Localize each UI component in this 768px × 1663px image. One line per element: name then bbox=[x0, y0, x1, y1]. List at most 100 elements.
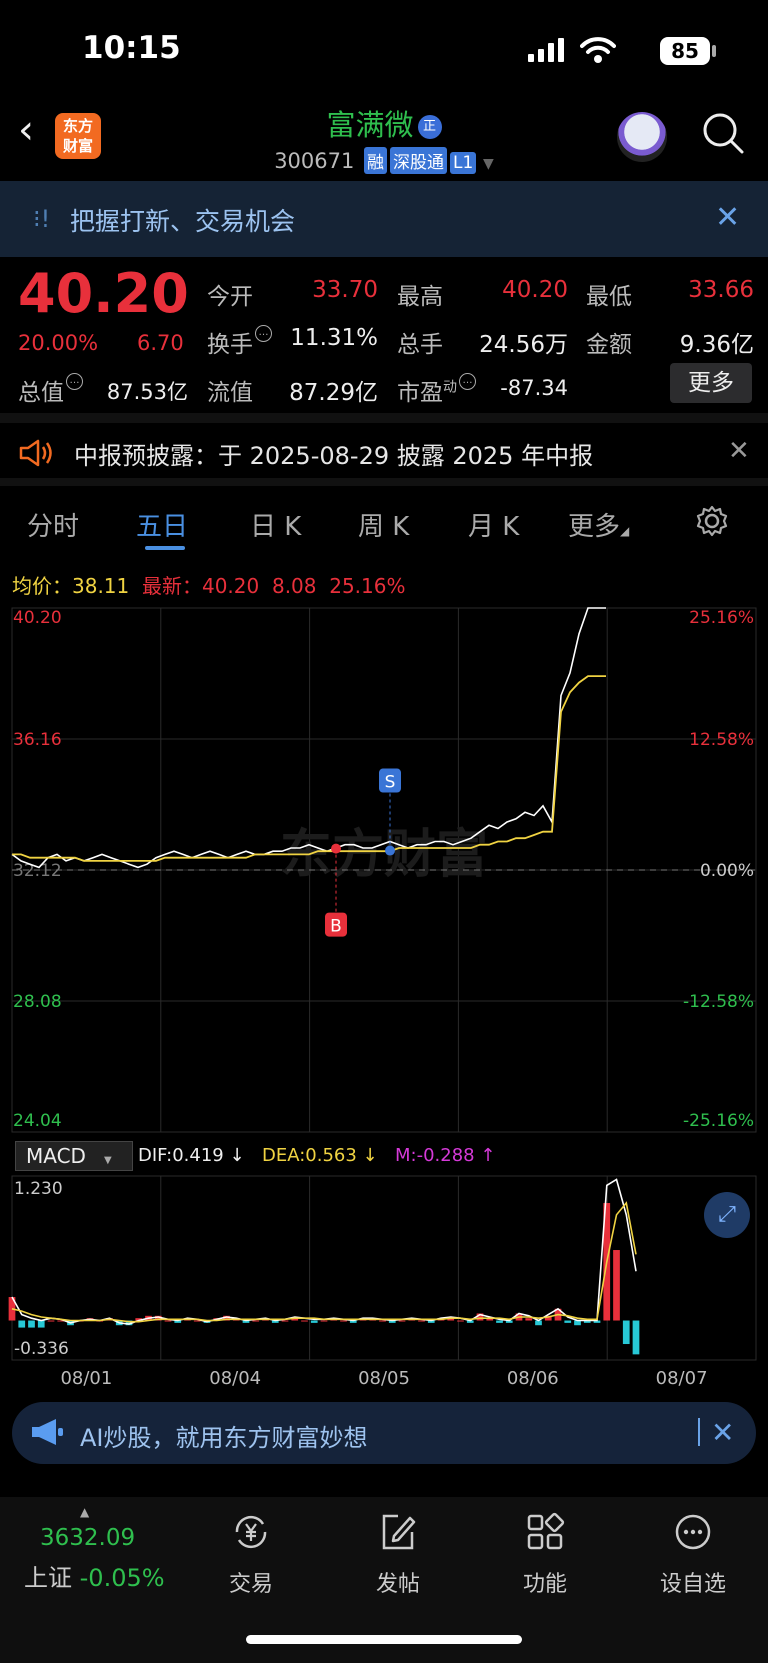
search-icon[interactable] bbox=[702, 112, 744, 154]
nav-post[interactable]: 发帖 bbox=[353, 1510, 443, 1598]
macd-bar bbox=[379, 1320, 386, 1322]
macd-bar bbox=[525, 1318, 533, 1321]
macd-bar bbox=[622, 1320, 630, 1345]
macd-bar bbox=[37, 1320, 45, 1328]
macd-dea-line bbox=[11, 1201, 637, 1323]
index-ticker[interactable]: 上证 -0.05% bbox=[24, 1558, 165, 1593]
chevron-down-icon: ▼ bbox=[483, 156, 494, 172]
x-tick-label: 08/07 bbox=[656, 1368, 708, 1389]
change-amount: 6.70 bbox=[137, 331, 184, 355]
more-quote-button[interactable]: 更多 bbox=[670, 363, 752, 403]
x-tick-label: 08/04 bbox=[209, 1368, 261, 1389]
nav-trade-label: 交易 bbox=[228, 1572, 273, 1597]
nav-functions[interactable]: 功能 bbox=[500, 1510, 590, 1598]
info-icon[interactable]: … bbox=[459, 373, 476, 390]
latest-percent: 25.16% bbox=[329, 574, 406, 598]
gear-icon[interactable] bbox=[695, 504, 729, 538]
mktcap-value: 87.53亿 bbox=[106, 380, 188, 404]
m-label: M:-0.288 ↑ bbox=[395, 1145, 496, 1166]
avg-value: 38.11 bbox=[72, 574, 130, 598]
macd-bar bbox=[613, 1250, 620, 1321]
y-tick-right: 0.00% bbox=[700, 861, 754, 881]
marker-S-label: S bbox=[385, 773, 396, 793]
tab-weekly-k[interactable]: 周 K bbox=[358, 506, 409, 543]
info-icon[interactable]: … bbox=[66, 373, 83, 390]
divider bbox=[0, 478, 768, 486]
macd-bar bbox=[564, 1320, 572, 1323]
turnover-label-text: 换手 bbox=[207, 332, 253, 358]
macd-bar bbox=[418, 1320, 425, 1322]
latest-price: 40.20 bbox=[201, 574, 260, 598]
tab-five-day[interactable]: 五日 bbox=[136, 506, 188, 543]
latest-label: 最新： bbox=[141, 574, 202, 598]
tab-more-label: 更多 bbox=[568, 512, 621, 542]
stock-name: 富满微 bbox=[326, 108, 414, 142]
caret-up-icon: ▲ bbox=[80, 1505, 90, 1519]
marker-S-dot bbox=[385, 845, 395, 856]
y-tick-right: -25.16% bbox=[683, 1111, 754, 1131]
macd-y-tick: 1.230 bbox=[14, 1179, 63, 1199]
macd-bar bbox=[164, 1320, 172, 1322]
macd-bar bbox=[457, 1320, 464, 1322]
dif-label: DIF:0.419 ↓ bbox=[138, 1145, 245, 1166]
macd-chart[interactable]: 1.230 -0.336 08/01 08/04 08/05 08/06 08/07 bbox=[0, 1172, 768, 1390]
edit-icon bbox=[382, 1514, 416, 1550]
close-icon[interactable]: ✕ bbox=[711, 1416, 734, 1449]
assistant-robot-icon[interactable] bbox=[617, 112, 667, 162]
macd-frame bbox=[11, 1175, 757, 1361]
nav-add-watchlist-label: 设自选 bbox=[659, 1572, 726, 1597]
change-percent: 20.00% bbox=[18, 331, 99, 355]
indicator-select[interactable]: MACD ▼ bbox=[15, 1141, 133, 1171]
chart-summary: 均价：38.11 最新：40.20 8.08 25.16% bbox=[12, 570, 405, 599]
expand-icon[interactable]: ⤢ bbox=[704, 1192, 750, 1238]
marker-B-dot bbox=[331, 843, 341, 854]
mktcap-label-text: 总值 bbox=[18, 380, 64, 406]
nav-trade[interactable]: 交易 bbox=[206, 1510, 296, 1598]
battery-indicator: 85 bbox=[660, 37, 710, 65]
yen-trade-icon bbox=[235, 1515, 267, 1549]
five-day-price-chart[interactable]: 东方财富 40.20 36.16 32.12 28.08 24.04 25.16% 12.58… bbox=[0, 600, 768, 1140]
avg-label: 均价： bbox=[12, 574, 72, 598]
separator bbox=[698, 1418, 700, 1446]
close-icon[interactable]: ✕ bbox=[728, 436, 750, 466]
indicator-name: MACD bbox=[26, 1144, 86, 1168]
marker-B-label: B bbox=[330, 917, 342, 937]
y-tick-right: 25.16% bbox=[689, 608, 754, 628]
pe-label: 市盈动… bbox=[397, 373, 476, 407]
tab-intraday[interactable]: 分时 bbox=[27, 506, 79, 543]
y-tick-left: 36.16 bbox=[13, 730, 62, 750]
nav-add-watchlist[interactable]: 设自选 bbox=[648, 1510, 738, 1598]
status-time: 10:15 bbox=[82, 30, 181, 66]
info-icon[interactable]: … bbox=[255, 325, 272, 342]
x-tick-label: 08/01 bbox=[60, 1368, 112, 1389]
tab-more[interactable]: 更多◢ bbox=[568, 506, 629, 543]
open-label: 今开 bbox=[207, 284, 253, 310]
index-change: -0.05% bbox=[79, 1564, 165, 1592]
index-value[interactable]: 3632.09 bbox=[40, 1525, 135, 1551]
speaker-icon bbox=[19, 439, 52, 467]
index-name: 上证 bbox=[24, 1564, 72, 1592]
macd-bar bbox=[320, 1320, 328, 1322]
stock-badge: 正 bbox=[417, 115, 442, 139]
turnover-value: 11.31% bbox=[290, 325, 378, 351]
turnover-label: 换手… bbox=[207, 325, 272, 359]
volume-value: 24.56万 bbox=[479, 332, 568, 358]
tag-connect: 深股通 bbox=[390, 147, 448, 174]
volume-label: 总手 bbox=[397, 332, 443, 358]
notice-text[interactable]: 中报预披露：于 2025-08-29 披露 2025 年中报 bbox=[74, 436, 593, 471]
tab-daily-k[interactable]: 日 K bbox=[250, 506, 301, 543]
macd-bar bbox=[632, 1320, 640, 1355]
nav-functions-label: 功能 bbox=[522, 1572, 567, 1597]
amount-label: 金额 bbox=[586, 332, 632, 358]
tag-level: L1 bbox=[450, 152, 477, 174]
float-value: 87.29亿 bbox=[289, 380, 378, 406]
stock-code: 300671 bbox=[274, 149, 355, 173]
pe-label-text: 市盈 bbox=[397, 380, 443, 406]
low-value: 33.66 bbox=[688, 277, 754, 303]
more-dots-icon bbox=[675, 1514, 711, 1550]
tab-monthly-k[interactable]: 月 K bbox=[468, 506, 519, 543]
dropdown-caret-icon: ▼ bbox=[103, 1155, 112, 1166]
pe-value: -87.34 bbox=[500, 376, 568, 400]
low-label: 最低 bbox=[586, 284, 632, 310]
close-icon[interactable]: ✕ bbox=[715, 200, 740, 235]
